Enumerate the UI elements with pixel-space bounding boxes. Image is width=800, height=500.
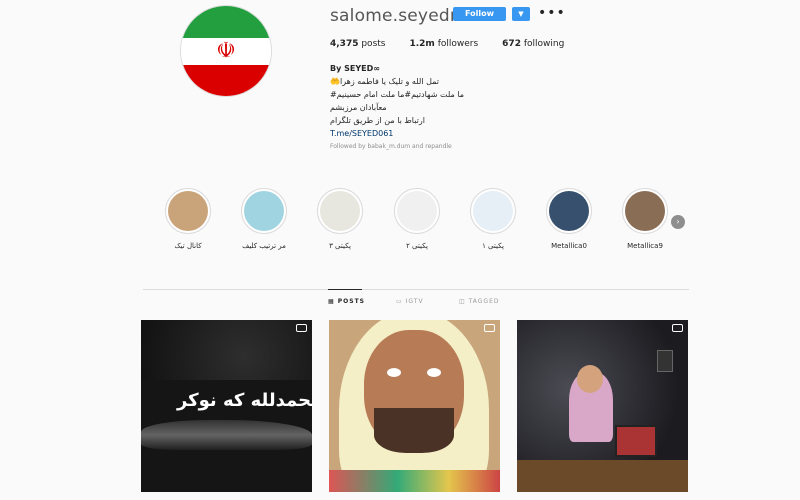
bio-link[interactable]: T.me/SEYED061 <box>330 127 530 140</box>
following-count[interactable]: 672 following <box>502 39 564 49</box>
post-thumbnail[interactable]: الحمدلله که نوکر <box>141 320 312 492</box>
highlight-label: Metallica9 <box>627 242 663 250</box>
highlight-label: کانال تیک <box>174 242 202 250</box>
highlight-cover <box>244 191 284 231</box>
profile-stats: 4,375 posts 1.2m followers 672 following <box>330 39 588 49</box>
followers-count[interactable]: 1.2m followers <box>409 39 478 49</box>
bio-line-3: معآبادان مرزبشم <box>330 103 387 112</box>
post-overlay-text: الحمدلله که نوکر <box>176 390 312 411</box>
highlight-label: پکیتی ۱ <box>482 242 504 250</box>
tabs-divider <box>143 289 689 290</box>
highlight-cover <box>473 191 513 231</box>
highlight-cover <box>168 191 208 231</box>
ellipsis-icon[interactable]: ••• <box>538 5 566 21</box>
posts-count: 4,375 posts <box>330 39 386 49</box>
flag-green-band <box>181 6 271 39</box>
tab-igtv[interactable]: ▭ IGTV <box>396 298 424 305</box>
highlight-item[interactable]: پکیتی ۲ <box>389 188 445 250</box>
story-highlights: کانال تیک مر ترتیب کلیف پکیتی ۳ پکیتی ۲ … <box>160 188 690 268</box>
chevron-down-icon[interactable]: ▼ <box>512 7 530 21</box>
highlight-cover <box>397 191 437 231</box>
highlight-label: مر ترتیب کلیف <box>242 242 286 250</box>
highlight-label: Metallica0 <box>551 242 587 250</box>
highlight-cover <box>625 191 665 231</box>
highlight-cover <box>320 191 360 231</box>
profile-avatar[interactable]: ☫ <box>180 5 272 97</box>
post-thumbnail[interactable] <box>329 320 500 492</box>
highlight-item[interactable]: کانال تیک <box>160 188 216 250</box>
active-tab-indicator <box>328 289 362 290</box>
tab-tagged[interactable]: ◫ TAGGED <box>459 298 500 305</box>
highlight-item[interactable]: Metallica9 <box>617 188 673 250</box>
profile-bio: By SEYED∞ 🤲تمل الله و تلیک یا فاطمه زهرا… <box>330 62 530 153</box>
flag-emblem-icon: ☫ <box>216 38 236 64</box>
highlight-label: پکیتی ۲ <box>406 242 428 250</box>
bio-line-2: #ما ملت شهادتیم#ما ملت امام حسینیم <box>330 90 465 99</box>
igtv-icon <box>484 324 495 332</box>
bio-name: By SEYED∞ <box>330 64 380 73</box>
followed-by-text[interactable]: Followed by babak_m.dum and repandle <box>330 140 530 153</box>
highlight-item[interactable]: مر ترتیب کلیف <box>236 188 292 250</box>
tab-posts[interactable]: ▦ POSTS <box>328 298 365 305</box>
bio-line-4: ارتباط با من از طریق تلگرام <box>330 116 425 125</box>
igtv-icon <box>296 324 307 332</box>
follow-button[interactable]: Follow <box>453 7 506 21</box>
igtv-icon <box>672 324 683 332</box>
highlight-item[interactable]: پکیتی ۳ <box>312 188 368 250</box>
highlight-cover <box>549 191 589 231</box>
flag-red-band <box>181 65 271 96</box>
highlight-item[interactable]: پکیتی ۱ <box>465 188 521 250</box>
highlight-item[interactable]: Metallica0 <box>541 188 597 250</box>
highlight-label: پکیتی ۳ <box>329 242 351 250</box>
post-thumbnail[interactable] <box>517 320 688 492</box>
chevron-right-icon[interactable]: › <box>671 215 685 229</box>
bio-line-1: 🤲تمل الله و تلیک یا فاطمه زهرا <box>330 77 439 86</box>
